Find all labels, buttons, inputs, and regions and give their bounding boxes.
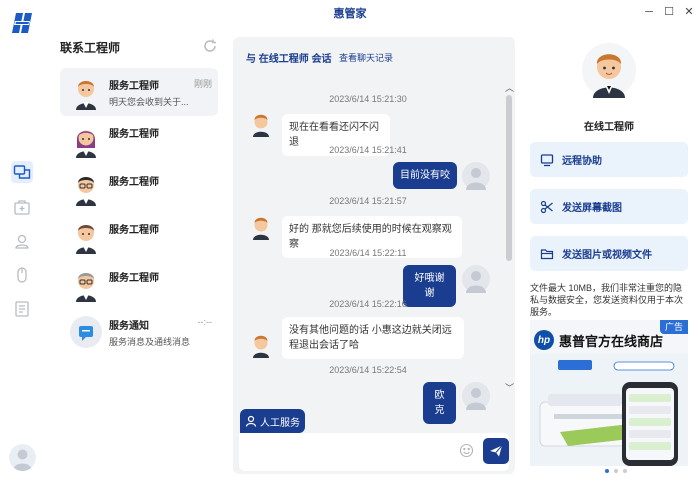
monitor-icon bbox=[540, 153, 554, 166]
message-timestamp: 2023/6/14 15:21:30 bbox=[329, 94, 407, 104]
chat-icon[interactable] bbox=[11, 161, 33, 183]
user-avatar bbox=[462, 265, 490, 293]
message-timestamp: 2023/6/14 15:21:41 bbox=[329, 145, 407, 155]
toolbox-icon[interactable] bbox=[11, 196, 33, 218]
contact-item[interactable]: 服务工程师 bbox=[60, 164, 218, 212]
message-input[interactable] bbox=[239, 433, 509, 471]
minimize-icon[interactable]: ─ bbox=[641, 4, 657, 20]
engineer-avatar bbox=[68, 218, 104, 254]
message-timestamp: 2023/6/14 15:22:16 bbox=[329, 299, 407, 309]
contact-preview: 服务消息及通线消息 bbox=[109, 337, 191, 347]
ad-banner[interactable]: 广告 hp 惠普官方在线商店 bbox=[530, 320, 688, 466]
contact-name: 服务工程师 bbox=[109, 225, 159, 236]
document-icon[interactable] bbox=[11, 298, 33, 320]
hp-logo-icon: hp bbox=[534, 330, 554, 350]
contact-item[interactable]: 服务工程师 bbox=[60, 260, 218, 308]
folder-icon bbox=[540, 248, 554, 259]
ad-header: hp 惠普官方在线商店 bbox=[530, 328, 688, 352]
contact-time: --:-- bbox=[197, 317, 213, 327]
contact-item[interactable]: 服务工程师 bbox=[60, 212, 218, 260]
title-bar: 惠管家 ─ ☐ ✕ bbox=[0, 0, 700, 24]
nav-rail bbox=[0, 40, 44, 478]
engineer-avatar bbox=[68, 74, 104, 110]
user-icon[interactable] bbox=[11, 230, 33, 252]
action-label: 远程协助 bbox=[562, 156, 602, 167]
contact-name: 服务通知 bbox=[109, 321, 149, 332]
chat-title: 与 在线工程师 会话 bbox=[246, 54, 332, 65]
close-icon[interactable]: ✕ bbox=[681, 4, 697, 20]
scroll-up-icon[interactable]: ︿ bbox=[505, 81, 514, 94]
mouse-icon[interactable] bbox=[11, 264, 33, 286]
engineer-avatar bbox=[250, 214, 272, 240]
ad-image bbox=[530, 354, 688, 466]
scroll-thumb[interactable] bbox=[506, 95, 512, 261]
message-bubble: 没有其他问题的话 小惠这边就关闭远程退出会话了哈 bbox=[282, 317, 464, 359]
app-logo-icon bbox=[10, 10, 36, 36]
send-screenshot-button[interactable]: 发送屏幕截图 bbox=[530, 189, 688, 224]
carousel-dot[interactable] bbox=[605, 469, 609, 473]
notification-icon bbox=[68, 314, 104, 350]
contact-preview: 明天您会收到关于... bbox=[109, 97, 189, 107]
contact-time: 刚刚 bbox=[193, 79, 212, 89]
engineer-avatar bbox=[68, 170, 104, 206]
history-link[interactable]: 查看聊天记录 bbox=[339, 51, 393, 64]
engineer-panel: 在线工程师 远程协助 发送屏幕截图 发送图片或视频文件 文件最大 10MB，我们… bbox=[522, 30, 700, 478]
action-label: 发送屏幕截图 bbox=[562, 203, 622, 214]
contact-name: 服务工程师 bbox=[109, 177, 159, 188]
message-bubble: 欧克 bbox=[423, 382, 456, 424]
my-avatar[interactable] bbox=[9, 444, 36, 471]
chat-panel: 与 在线工程师 会话 查看聊天记录 2023/6/14 15:21:30 现在在… bbox=[233, 37, 515, 474]
ad-title: 惠普官方在线商店 bbox=[559, 333, 664, 349]
engineer-label: 在线工程师 bbox=[584, 122, 634, 133]
contact-name: 服务工程师 bbox=[109, 273, 159, 284]
engineer-avatar-large bbox=[581, 42, 637, 98]
scissors-icon bbox=[540, 200, 553, 213]
app-title: 惠管家 bbox=[333, 8, 367, 20]
chat-header: 与 在线工程师 会话 查看聊天记录 bbox=[233, 37, 515, 73]
send-icon bbox=[490, 445, 503, 457]
user-avatar bbox=[462, 162, 490, 190]
user-avatar bbox=[462, 382, 490, 410]
human-service-button[interactable]: 人工服务 bbox=[240, 409, 305, 433]
message-timestamp: 2023/6/14 15:22:11 bbox=[329, 248, 407, 258]
action-label: 发送图片或视频文件 bbox=[562, 250, 652, 261]
message-timestamp: 2023/6/14 15:21:57 bbox=[329, 196, 407, 206]
contact-item[interactable]: 服务工程师 bbox=[60, 116, 218, 164]
engineer-avatar bbox=[68, 266, 104, 302]
contact-name: 服务工程师 bbox=[109, 129, 159, 140]
engineer-avatar bbox=[250, 332, 272, 358]
contact-name: 服务工程师 bbox=[109, 81, 159, 92]
engineer-avatar bbox=[68, 122, 104, 158]
message-timestamp: 2023/6/14 15:22:54 bbox=[329, 365, 407, 375]
upload-note: 文件最大 10MB，我们非常注重您的隐私与数据安全，您发送资料仅用于本次服务。 bbox=[530, 283, 684, 317]
person-icon bbox=[245, 415, 257, 427]
remote-assist-button[interactable]: 远程协助 bbox=[530, 142, 688, 177]
contacts-title: 联系工程师 bbox=[60, 41, 121, 55]
message-bubble: 目前没有咬 bbox=[393, 162, 457, 189]
carousel-dot[interactable] bbox=[623, 469, 627, 473]
contact-item[interactable]: 服务通知 --:-- 服务消息及通线消息 bbox=[60, 308, 218, 356]
emoji-icon[interactable] bbox=[459, 443, 474, 458]
chat-scrollbar[interactable]: ︿ ﹀ bbox=[503, 81, 515, 443]
carousel-dot[interactable] bbox=[614, 469, 618, 473]
send-file-button[interactable]: 发送图片或视频文件 bbox=[530, 236, 688, 271]
maximize-icon[interactable]: ☐ bbox=[661, 4, 677, 20]
engineer-avatar bbox=[250, 111, 272, 137]
carousel-dots bbox=[605, 469, 627, 473]
send-button[interactable] bbox=[483, 438, 509, 464]
scroll-down-icon[interactable]: ﹀ bbox=[505, 381, 514, 394]
human-service-label: 人工服务 bbox=[260, 417, 300, 429]
refresh-icon[interactable] bbox=[202, 38, 218, 54]
contact-item[interactable]: 服务工程师 刚刚 明天您会收到关于... bbox=[60, 68, 218, 116]
contacts-panel: 联系工程师 服务工程师 刚刚 明天您会收到关于... 服务工程师 服务工程师 服… bbox=[52, 30, 227, 478]
